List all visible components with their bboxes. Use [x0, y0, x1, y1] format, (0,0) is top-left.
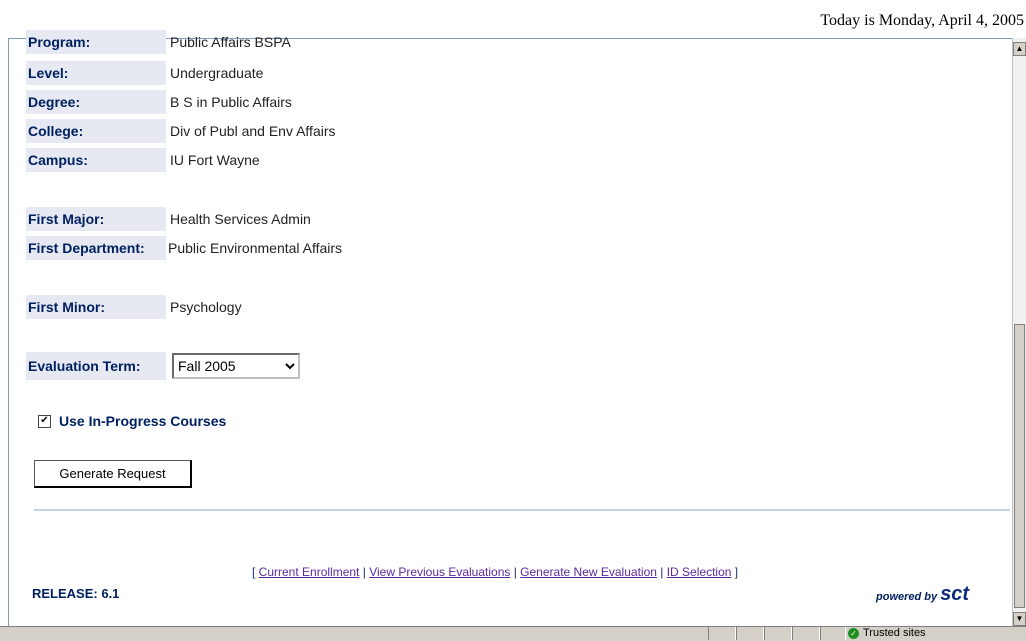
- program-value: Public Affairs BSPA: [170, 34, 291, 50]
- level-row: Level: Undergraduate: [26, 61, 263, 85]
- program-label: Program:: [26, 30, 166, 54]
- vertical-scrollbar[interactable]: ▲ ▼: [1012, 38, 1026, 626]
- evaluation-term-select[interactable]: Fall 2005: [172, 353, 300, 379]
- major-label: First Major:: [26, 207, 166, 231]
- separator: |: [359, 565, 370, 579]
- major-row: First Major: Health Services Admin: [26, 207, 311, 231]
- status-pane: [708, 627, 736, 640]
- zone-text: Trusted sites: [863, 627, 926, 639]
- status-bar: ✓ Trusted sites: [0, 626, 1026, 641]
- minor-value: Psychology: [170, 299, 242, 315]
- degree-label: Degree:: [26, 90, 166, 114]
- id-selection-link[interactable]: ID Selection: [667, 565, 732, 579]
- release-text: RELEASE: 6.1: [32, 586, 120, 601]
- separator: |: [656, 565, 667, 579]
- arrow-down-icon[interactable]: ▼: [1013, 612, 1026, 626]
- footer-nav: [ Current Enrollment | View Previous Eva…: [252, 565, 738, 579]
- separator: |: [510, 565, 521, 579]
- campus-row: Campus: IU Fort Wayne: [26, 148, 260, 172]
- evaluation-term-label: Evaluation Term:: [26, 352, 166, 380]
- powered-by-text: powered by: [876, 591, 938, 603]
- campus-label: Campus:: [26, 148, 166, 172]
- college-value: Div of Publ and Env Affairs: [170, 123, 336, 139]
- bracket-close: ]: [731, 565, 739, 579]
- minor-label: First Minor:: [26, 295, 166, 319]
- level-value: Undergraduate: [170, 65, 264, 81]
- in-progress-toggle[interactable]: ✔ Use In-Progress Courses: [38, 413, 226, 429]
- view-previous-evaluations-link[interactable]: View Previous Evaluations: [369, 565, 510, 579]
- status-pane: [736, 627, 764, 640]
- powered-by-logo: powered by sct: [876, 583, 969, 606]
- level-label: Level:: [26, 61, 166, 85]
- status-pane: [820, 627, 846, 640]
- generate-request-button[interactable]: Generate Request: [34, 460, 192, 488]
- scrollbar-thumb[interactable]: [1014, 324, 1025, 608]
- generate-new-evaluation-link[interactable]: Generate New Evaluation: [520, 565, 657, 579]
- status-pane: [792, 627, 820, 640]
- department-label: First Department:: [26, 236, 166, 260]
- bracket-open: [: [252, 565, 259, 579]
- major-value: Health Services Admin: [170, 211, 311, 227]
- college-row: College: Div of Publ and Env Affairs: [26, 119, 336, 143]
- divider: [34, 509, 1010, 511]
- in-progress-checkbox[interactable]: ✔: [38, 414, 51, 428]
- in-progress-label: Use In-Progress Courses: [59, 413, 227, 429]
- check-circle-icon: ✓: [848, 627, 859, 639]
- sct-logo: sct: [940, 583, 970, 605]
- degree-value: B S in Public Affairs: [170, 94, 292, 110]
- arrow-up-icon[interactable]: ▲: [1013, 42, 1026, 56]
- current-enrollment-link[interactable]: Current Enrollment: [259, 565, 360, 579]
- degree-row: Degree: B S in Public Affairs: [26, 90, 292, 114]
- college-label: College:: [26, 119, 166, 143]
- department-value: Public Environmental Affairs: [168, 240, 343, 256]
- department-row: First Department: Public Environmental A…: [26, 236, 342, 260]
- evaluation-term-row: Evaluation Term:: [26, 352, 166, 380]
- date-text: Today is Monday, April 4, 2005: [820, 12, 1024, 29]
- campus-value: IU Fort Wayne: [170, 152, 260, 168]
- status-pane: [764, 627, 792, 640]
- program-row: Program: Public Affairs BSPA: [26, 30, 291, 54]
- minor-row: First Minor: Psychology: [26, 295, 242, 319]
- zone-indicator: ✓ Trusted sites: [848, 627, 926, 640]
